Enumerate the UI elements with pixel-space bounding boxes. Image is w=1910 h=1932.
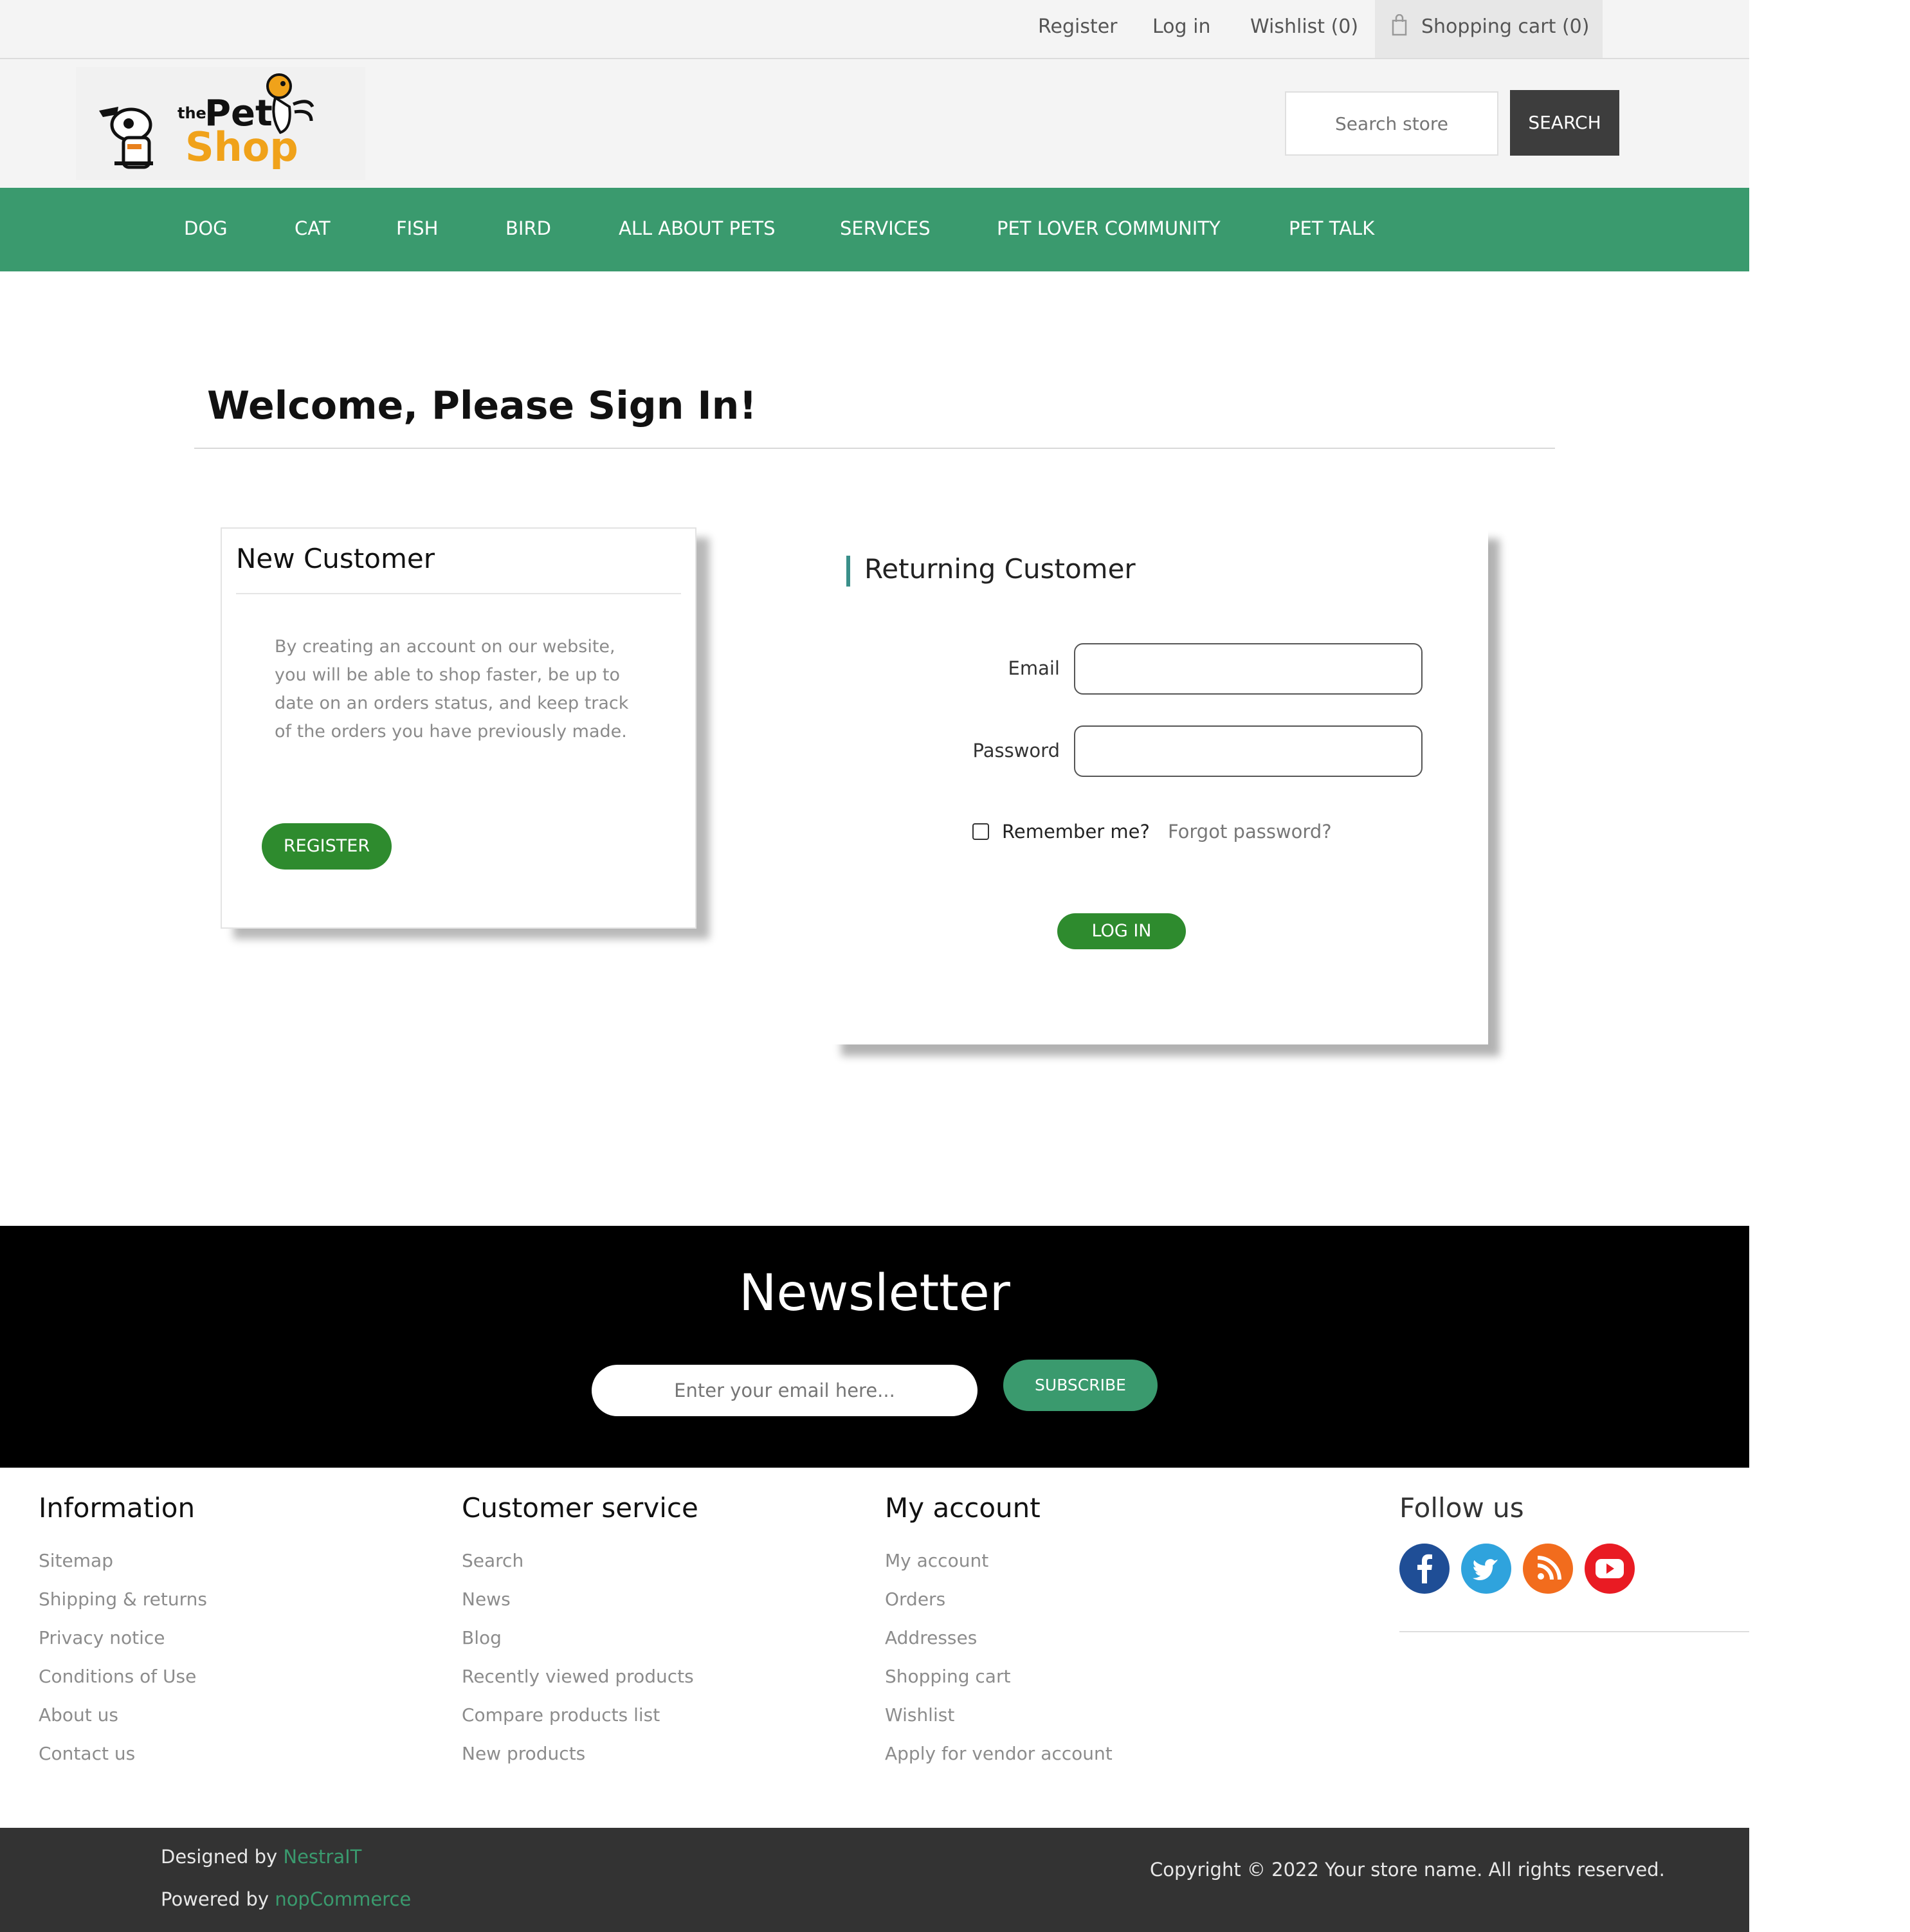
nav-item-all-about-pets[interactable]: ALL ABOUT PETS [619,217,776,239]
returning-customer-panel: Returning Customer Email Password Rememb… [830,527,1488,1044]
forgot-password-link[interactable]: Forgot password? [1168,821,1332,843]
facebook-icon[interactable] [1399,1544,1450,1594]
footer-link-contact-us[interactable]: Contact us [39,1743,135,1764]
footer-bottom-bar: Designed by NestraIT Powered by nopComme… [0,1828,1749,1932]
follow-us-divider [1399,1631,1749,1632]
footer-link-new-products[interactable]: New products [462,1743,585,1764]
footer-link-privacy-notice[interactable]: Privacy notice [39,1627,165,1648]
footer-link-news[interactable]: News [462,1589,511,1610]
footer-link-sitemap[interactable]: Sitemap [39,1550,113,1571]
newsletter-title: Newsletter [739,1264,1010,1322]
page-title: Welcome, Please Sign In! [207,383,757,428]
footer-my-account-title: My account [885,1492,1041,1524]
logo-shop: Shop [185,123,298,170]
footer-link-shipping-returns[interactable]: Shipping & returns [39,1589,207,1610]
footer-link-my-account[interactable]: My account [885,1550,988,1571]
new-customer-text: By creating an account on our website, y… [275,637,629,742]
footer-link-apply-vendor[interactable]: Apply for vendor account [885,1743,1113,1764]
nav-item-services[interactable]: SERVICES [840,217,931,239]
wishlist-count: (0) [1331,15,1359,38]
search-button[interactable]: SEARCH [1510,90,1619,156]
footer-link-blog[interactable]: Blog [462,1627,502,1648]
register-button[interactable]: REGISTER [262,823,392,870]
email-label: Email [1008,657,1060,679]
new-customer-divider [236,593,681,594]
password-field[interactable] [1074,725,1423,777]
shopping-bag-icon [1392,14,1407,36]
footer-link-orders[interactable]: Orders [885,1589,945,1610]
nav-item-cat[interactable]: CAT [295,217,331,239]
header-main: the Pet Shop SEARCH [0,59,1749,188]
login-link[interactable]: Log in [1152,15,1210,38]
shopping-cart-label: Shopping cart (0) [1421,15,1590,38]
footer-link-recently-viewed[interactable]: Recently viewed products [462,1666,694,1687]
shopping-cart-link[interactable]: Shopping cart (0) [1375,0,1603,58]
email-field[interactable] [1074,643,1423,695]
header-links-bar: Register Log in Wishlist (0) Shopping ca… [0,0,1749,59]
youtube-icon[interactable] [1585,1544,1635,1594]
page: Register Log in Wishlist (0) Shopping ca… [0,0,1749,1932]
designer-link[interactable]: NestraIT [283,1846,361,1868]
remember-me-checkbox[interactable] [972,823,989,840]
nav-item-dog[interactable]: DOG [184,217,228,239]
footer: Information Sitemap Shipping & returns P… [0,1468,1749,1828]
store-logo[interactable]: the Pet Shop [76,67,365,180]
footer-link-conditions-of-use[interactable]: Conditions of Use [39,1666,196,1687]
nav-item-fish[interactable]: FISH [396,217,438,239]
twitter-icon[interactable] [1461,1544,1511,1594]
login-button[interactable]: LOG IN [1057,913,1186,949]
new-customer-title: New Customer [236,543,435,574]
title-divider [194,448,1555,449]
footer-link-compare-products[interactable]: Compare products list [462,1704,660,1726]
new-customer-panel: New Customer By creating an account on o… [221,527,696,929]
footer-customer-service-title: Customer service [462,1492,698,1524]
powered-by: Powered by nopCommerce [161,1888,412,1910]
cart-count: (0) [1561,15,1590,38]
footer-link-about-us[interactable]: About us [39,1704,118,1726]
rss-icon[interactable] [1523,1544,1573,1594]
nopcommerce-link[interactable]: nopCommerce [275,1888,411,1910]
wishlist-label: Wishlist [1250,15,1325,38]
remember-me-label[interactable]: Remember me? [1002,821,1150,843]
nav-item-pet-lover-community[interactable]: PET LOVER COMMUNITY [997,217,1221,239]
subscribe-button[interactable]: SUBSCRIBE [1003,1360,1158,1411]
main-navigation: DOG CAT FISH BIRD ALL ABOUT PETS SERVICE… [0,188,1749,271]
follow-us-title: Follow us [1399,1492,1524,1524]
footer-information-title: Information [39,1492,196,1524]
footer-link-wishlist[interactable]: Wishlist [885,1704,954,1726]
newsletter-section: Newsletter SUBSCRIBE [0,1226,1749,1468]
nav-item-pet-talk[interactable]: PET TALK [1289,217,1374,239]
logo-the: the [177,104,206,122]
wishlist-link[interactable]: Wishlist (0) [1250,15,1358,38]
search-input[interactable] [1285,91,1498,156]
copyright-text: Copyright © 2022 Your store name. All ri… [1150,1859,1665,1881]
designed-by: Designed by NestraIT [161,1846,362,1868]
footer-link-shopping-cart[interactable]: Shopping cart [885,1666,1010,1687]
returning-customer-title: Returning Customer [864,553,1136,585]
dog-mascot-icon [99,107,153,169]
register-link[interactable]: Register [1038,15,1118,38]
password-label: Password [972,740,1060,761]
footer-link-addresses[interactable]: Addresses [885,1627,977,1648]
newsletter-email-input[interactable] [592,1365,978,1416]
footer-link-search[interactable]: Search [462,1550,523,1571]
returning-customer-accent [846,556,850,587]
nav-item-bird[interactable]: BIRD [505,217,551,239]
